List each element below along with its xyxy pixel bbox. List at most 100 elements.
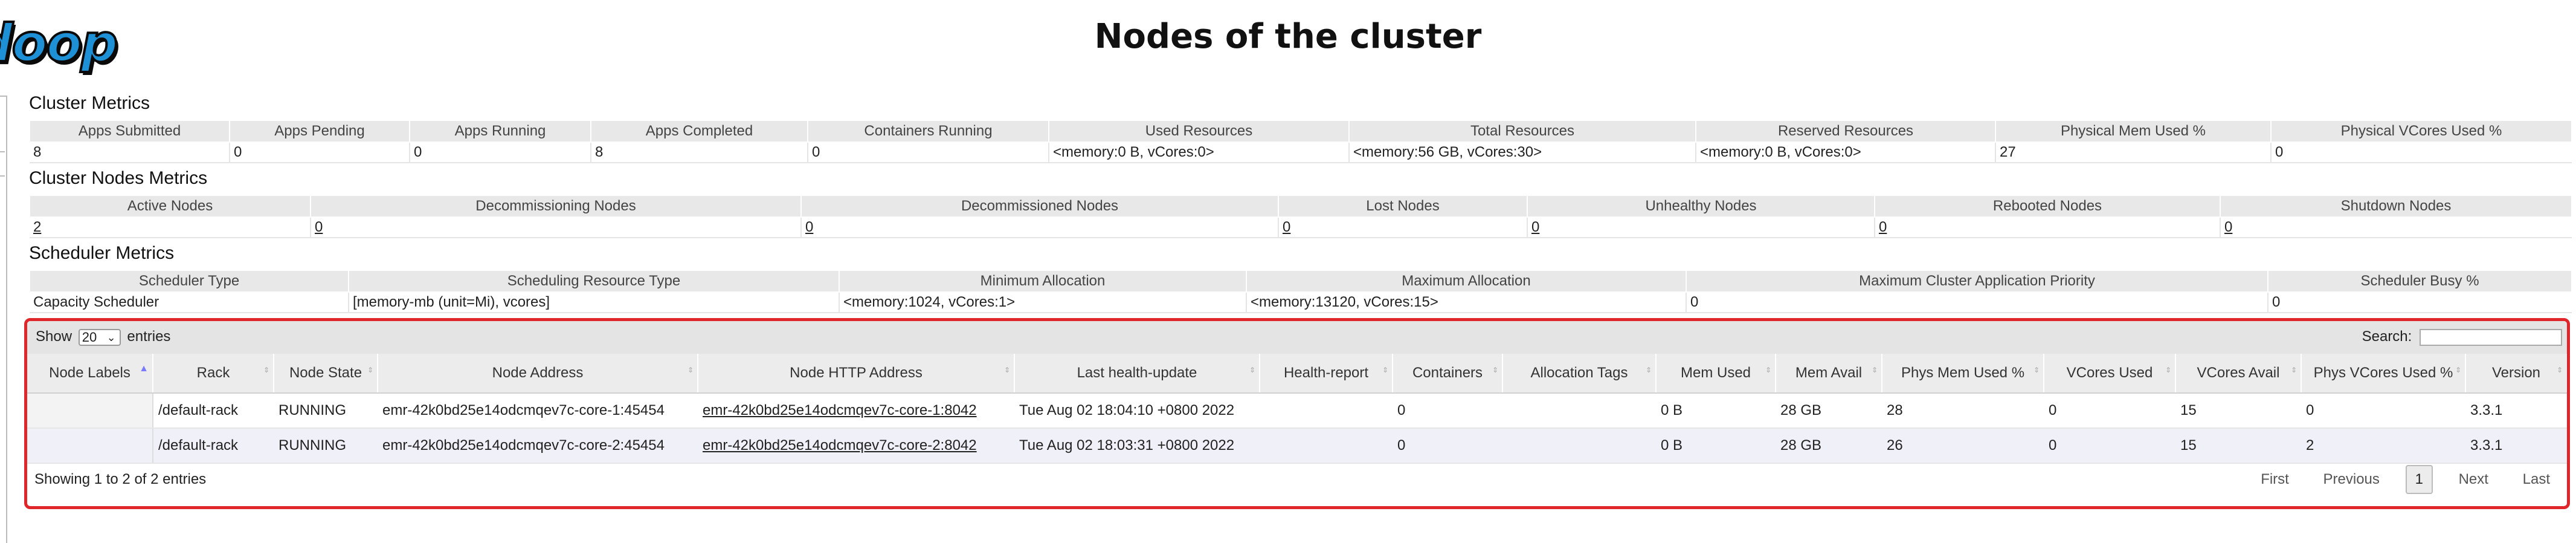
health-report-cell	[1260, 393, 1393, 429]
sort-icon: ⇕	[2455, 366, 2461, 374]
version-cell: 3.3.1	[2465, 393, 2567, 429]
col-health-report[interactable]: Health-report ⇕	[1260, 354, 1393, 394]
sort-icon: ⇕	[1871, 366, 1878, 374]
lost-nodes-cell: 0	[1278, 217, 1527, 238]
shutdown-nodes-cell: 0	[2220, 217, 2572, 238]
unhealthy-nodes-link[interactable]: 0	[1531, 219, 1539, 235]
col-rack[interactable]: Rack ⇕	[153, 354, 274, 394]
header-label: VCores Used	[2066, 365, 2153, 381]
col-mem-avail[interactable]: Mem Avail ⇕	[1776, 354, 1882, 394]
pager-first-button[interactable]: First	[2252, 466, 2297, 493]
col-apps-pending: Apps Pending	[229, 120, 410, 143]
col-phys-mem-used[interactable]: Phys Mem Used % ⇕	[1882, 354, 2044, 394]
col-lost-nodes: Lost Nodes	[1278, 195, 1528, 218]
containers-cell: 0	[1393, 428, 1502, 464]
cluster-nodes-metrics-title: Cluster Nodes Metrics	[29, 168, 208, 188]
col-vcores-used[interactable]: VCores Used ⇕	[2044, 354, 2176, 394]
col-scheduler-type: Scheduler Type	[29, 270, 349, 293]
col-node-state[interactable]: Node State ⇕	[274, 354, 378, 394]
header-label: Containers	[1412, 365, 1483, 381]
node-http-address-link[interactable]: emr-42k0bd25e14odcmqev7c-core-1:8042	[703, 402, 977, 418]
max-cluster-app-priority-value: 0	[1686, 292, 2268, 313]
header-label: Rack	[196, 365, 230, 381]
col-mem-used[interactable]: Mem Used ⇕	[1656, 354, 1776, 394]
pager-page-1-button[interactable]: 1	[2405, 465, 2433, 494]
containers-running-value: 0	[807, 142, 1049, 163]
pager-next-button[interactable]: Next	[2450, 466, 2497, 493]
node-http-address-link[interactable]: emr-42k0bd25e14odcmqev7c-core-2:8042	[703, 437, 977, 454]
col-active-nodes: Active Nodes	[29, 195, 311, 218]
col-containers[interactable]: Containers ⇕	[1393, 354, 1503, 394]
pager-previous-button[interactable]: Previous	[2315, 466, 2388, 493]
search-label: Search:	[2362, 328, 2412, 345]
col-max-cluster-app-priority: Maximum Cluster Application Priority	[1686, 270, 2268, 293]
rack-cell: /default-rack	[153, 393, 274, 429]
col-allocation-tags[interactable]: Allocation Tags ⇕	[1502, 354, 1657, 394]
scheduler-metrics-table: Scheduler Type Scheduling Resource Type …	[29, 270, 2572, 313]
cluster-nodes-row: 2 0 0 0 0 0 0	[30, 217, 2572, 238]
node-labels-cell	[27, 393, 153, 429]
node-address-cell: emr-42k0bd25e14odcmqev7c-core-1:45454	[378, 393, 698, 429]
sort-icon: ⇕	[2165, 366, 2171, 374]
col-used-resources: Used Resources	[1048, 120, 1350, 143]
mem-avail-cell: 28 GB	[1776, 428, 1882, 464]
pagination: First Previous 1 Next Last	[2239, 465, 2558, 494]
table-toolbar: Show 20 ⌄ entries Search:	[27, 321, 2567, 354]
col-rebooted-nodes: Rebooted Nodes	[1874, 195, 2221, 218]
vcores-used-cell: 0	[2044, 393, 2175, 429]
sort-icon: ⇕	[2033, 366, 2040, 374]
used-resources-value: <memory:0 B, vCores:0>	[1048, 142, 1349, 163]
header-label: Mem Avail	[1795, 365, 1863, 381]
rack-cell: /default-rack	[153, 428, 274, 464]
sort-icon: ⇕	[2556, 366, 2563, 374]
chevron-down-icon: ⌄	[106, 331, 116, 343]
decommissioning-nodes-link[interactable]: 0	[315, 219, 323, 235]
col-phys-vcores-used[interactable]: Phys VCores Used % ⇕	[2301, 354, 2466, 394]
header-label: Node Address	[492, 365, 584, 381]
header-label: Mem Used	[1680, 365, 1751, 381]
apps-submitted-value: 8	[30, 142, 230, 163]
col-decommissioning-nodes: Decommissioning Nodes	[310, 195, 802, 218]
node-http-address-cell: emr-42k0bd25e14odcmqev7c-core-1:8042	[698, 393, 1014, 429]
col-reserved-resources: Reserved Resources	[1695, 120, 1996, 143]
nav-divider	[0, 151, 5, 152]
header-label: Last health-update	[1077, 365, 1197, 381]
sort-icon: ⇕	[1249, 366, 1255, 374]
scheduler-header-row: Scheduler Type Scheduling Resource Type …	[29, 270, 2572, 293]
page-length-select[interactable]: 20 ⌄	[78, 328, 121, 346]
header-label: Node State	[289, 365, 362, 381]
pager-last-button[interactable]: Last	[2514, 466, 2558, 493]
allocation-tags-cell	[1502, 428, 1656, 464]
sort-icon: ⇕	[1765, 366, 1771, 374]
col-node-http-address[interactable]: Node HTTP Address ⇕	[698, 354, 1015, 394]
col-version[interactable]: Version ⇕	[2465, 354, 2567, 394]
mem-used-cell: 0 B	[1656, 428, 1776, 464]
last-health-update-cell: Tue Aug 02 18:04:10 +0800 2022	[1014, 393, 1260, 429]
scheduling-resource-type-value: [memory-mb (unit=Mi), vcores]	[348, 292, 839, 313]
nodes-header-row: Node Labels ▲ Rack ⇕ Node State ⇕ Node Addr…	[27, 354, 2567, 394]
decommissioned-nodes-link[interactable]: 0	[805, 219, 813, 235]
table-row: /default-rack RUNNING emr-42k0bd25e14odc…	[27, 428, 2567, 464]
col-physical-vcores-used: Physical VCores Used %	[2270, 120, 2572, 143]
table-row: /default-rack RUNNING emr-42k0bd25e14odc…	[27, 393, 2567, 429]
node-address-cell: emr-42k0bd25e14odcmqev7c-core-2:45454	[378, 428, 698, 464]
sort-asc-icon: ▲	[139, 363, 149, 374]
col-vcores-avail[interactable]: VCores Avail ⇕	[2175, 354, 2302, 394]
col-node-address[interactable]: Node Address ⇕	[378, 354, 698, 394]
col-last-health-update[interactable]: Last health-update ⇕	[1014, 354, 1260, 394]
header-label: Health-report	[1283, 365, 1369, 381]
cluster-nodes-metrics-table: Active Nodes Decommissioning Nodes Decom…	[29, 195, 2572, 238]
col-scheduling-resource-type: Scheduling Resource Type	[348, 270, 840, 293]
phys-mem-used-cell: 28	[1882, 393, 2044, 429]
col-node-labels[interactable]: Node Labels ▲	[27, 354, 153, 394]
sort-icon: ⇕	[2290, 366, 2297, 374]
shutdown-nodes-link[interactable]: 0	[2224, 219, 2232, 235]
search-input[interactable]	[2420, 328, 2562, 346]
lost-nodes-link[interactable]: 0	[1283, 219, 1290, 235]
decommissioned-nodes-cell: 0	[800, 217, 1278, 238]
col-physical-mem-used: Physical Mem Used %	[1995, 120, 2272, 143]
active-nodes-link[interactable]: 2	[33, 219, 41, 235]
rebooted-nodes-link[interactable]: 0	[1879, 219, 1887, 235]
sort-icon: ⇕	[1492, 366, 1498, 374]
phys-mem-used-cell: 26	[1882, 428, 2044, 464]
